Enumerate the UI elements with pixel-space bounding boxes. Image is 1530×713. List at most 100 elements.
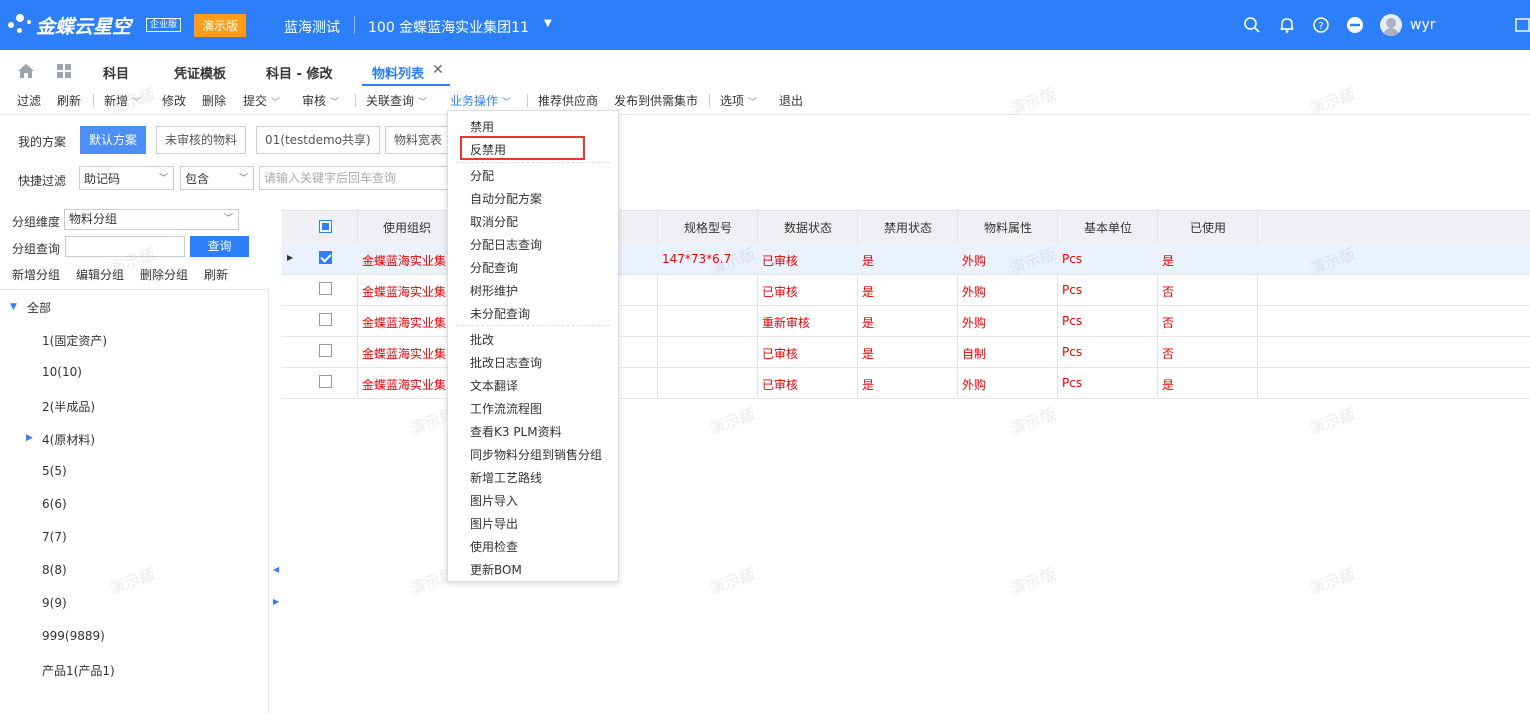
filter-op-select[interactable]: 包含 ﹀: [180, 166, 254, 190]
scheme-shared[interactable]: 01(testdemo共享): [256, 126, 380, 154]
expand-icon[interactable]: ▼: [10, 302, 17, 312]
related-query-button[interactable]: 关联查询 ﹀: [366, 92, 427, 109]
bell-icon[interactable]: [1278, 16, 1296, 34]
menu-item-cancel-allocate[interactable]: 取消分配: [470, 213, 518, 230]
username[interactable]: wyr: [1410, 17, 1436, 33]
tree-item[interactable]: 1(固定资产): [42, 332, 107, 349]
scheme-unaudited[interactable]: 未审核的物料: [156, 126, 247, 154]
window-icon[interactable]: [1514, 16, 1530, 34]
menu-item-new-route[interactable]: 新增工艺路线: [470, 469, 542, 486]
tree-item[interactable]: 2(半成品): [42, 398, 95, 415]
delete-group-button[interactable]: 删除分组: [140, 266, 188, 283]
submit-button[interactable]: 提交 ﹀: [243, 92, 280, 109]
recommend-supplier-button[interactable]: 推荐供应商: [538, 92, 598, 109]
tab-subject[interactable]: 科目: [103, 63, 129, 82]
menu-item-auto-allocate[interactable]: 自动分配方案: [470, 190, 542, 207]
tenant-name[interactable]: 蓝海测试: [284, 17, 340, 37]
menu-item-allocate-query[interactable]: 分配查询: [470, 259, 518, 276]
tree-item[interactable]: 5(5): [42, 464, 67, 478]
close-icon[interactable]: ✕: [432, 62, 444, 78]
keyword-input[interactable]: 请输入关键字后回车查询: [259, 166, 449, 190]
chevron-down-icon[interactable]: ﹀: [271, 95, 280, 108]
tab-subject-modify[interactable]: 科目 - 修改: [266, 63, 332, 82]
menu-item-image-export[interactable]: 图片导出: [470, 515, 518, 532]
org-selector[interactable]: 100 金蝶蓝海实业集团11: [368, 17, 529, 37]
chevron-down-icon[interactable]: ﹀: [132, 95, 141, 108]
apps-grid-icon[interactable]: [56, 63, 73, 79]
menu-item-k3-plm[interactable]: 查看K3 PLM资料: [470, 423, 562, 440]
col-data-status[interactable]: 数据状态: [758, 219, 858, 236]
cell-used: 是: [1162, 378, 1175, 392]
audit-button[interactable]: 审核 ﹀: [302, 92, 339, 109]
menu-item-tree-maintain[interactable]: 树形维护: [470, 282, 518, 299]
delete-button[interactable]: 删除: [202, 92, 226, 109]
avatar[interactable]: [1380, 14, 1402, 36]
menu-item-batch-modify[interactable]: 批改: [470, 331, 494, 348]
tree-item[interactable]: 4(原材料): [42, 431, 95, 448]
menu-item-allocate-log[interactable]: 分配日志查询: [470, 236, 542, 253]
row-checkbox[interactable]: [319, 313, 332, 326]
expand-icon[interactable]: ▶: [26, 433, 33, 443]
tree-item[interactable]: 9(9): [42, 596, 67, 610]
tree-item[interactable]: 10(10): [42, 365, 82, 379]
row-checkbox[interactable]: [319, 344, 332, 357]
chevron-down-icon[interactable]: ﹀: [330, 95, 339, 108]
row-checkbox[interactable]: [319, 251, 332, 264]
cell-attr: 外购: [962, 254, 987, 268]
col-spec[interactable]: 规格型号: [658, 219, 758, 236]
publish-market-button[interactable]: 发布到供需集市: [614, 92, 698, 109]
select-all-checkbox[interactable]: [319, 220, 332, 233]
tree-item[interactable]: 7(7): [42, 530, 67, 544]
new-button[interactable]: 新增 ﹀: [104, 92, 141, 109]
tree-item[interactable]: 6(6): [42, 497, 67, 511]
caret-down-icon[interactable]: ▼: [544, 18, 552, 29]
home-icon[interactable]: [17, 63, 35, 79]
row-checkbox[interactable]: [319, 375, 332, 388]
search-icon[interactable]: [1243, 16, 1261, 34]
menu-item-batch-log[interactable]: 批改日志查询: [470, 354, 542, 371]
col-org[interactable]: 使用组织: [357, 219, 457, 236]
add-group-button[interactable]: 新增分组: [12, 266, 60, 283]
group-query-input[interactable]: [65, 236, 185, 257]
scheme-default[interactable]: 默认方案: [80, 126, 147, 154]
menu-item-image-import[interactable]: 图片导入: [470, 492, 518, 509]
expand-right-icon[interactable]: ▶: [273, 597, 279, 606]
col-forbid-status[interactable]: 禁用状态: [858, 219, 958, 236]
menu-item-usage-check[interactable]: 使用检查: [470, 538, 518, 555]
options-button[interactable]: 选项 ﹀: [720, 92, 757, 109]
tree-item-all[interactable]: 全部: [27, 299, 51, 316]
modify-button[interactable]: 修改: [162, 92, 186, 109]
chevron-down-icon[interactable]: ﹀: [418, 95, 427, 108]
filter-button[interactable]: 过滤: [17, 92, 41, 109]
menu-item-allocate[interactable]: 分配: [470, 167, 494, 184]
filter-field-select[interactable]: 助记码 ﹀: [79, 166, 174, 190]
menu-item-sync-group[interactable]: 同步物料分组到销售分组: [470, 446, 602, 463]
collapse-left-icon[interactable]: ◀: [273, 565, 279, 574]
col-attr[interactable]: 物料属性: [958, 219, 1058, 236]
refresh-group-button[interactable]: 刷新: [204, 266, 228, 283]
group-dim-select[interactable]: 物料分组 ﹀: [64, 209, 239, 230]
tree-item[interactable]: 999(9889): [42, 629, 105, 643]
minus-circle-icon[interactable]: [1346, 16, 1364, 34]
tab-material-list[interactable]: 物料列表: [372, 63, 424, 82]
menu-item-forbid[interactable]: 禁用: [470, 118, 494, 135]
exit-button[interactable]: 退出: [779, 92, 803, 109]
tree-item[interactable]: 8(8): [42, 563, 67, 577]
row-checkbox[interactable]: [319, 282, 332, 295]
chevron-down-icon[interactable]: ﹀: [748, 95, 757, 108]
menu-item-translate[interactable]: 文本翻译: [470, 377, 518, 394]
scheme-wide[interactable]: 物料宽表: [385, 126, 449, 154]
business-ops-button[interactable]: 业务操作 ﹀: [450, 92, 511, 109]
menu-item-workflow[interactable]: 工作流流程图: [470, 400, 542, 417]
tab-voucher-template[interactable]: 凭证模板: [174, 63, 226, 82]
col-unit[interactable]: 基本单位: [1058, 219, 1158, 236]
tree-item[interactable]: 产品1(产品1): [42, 662, 115, 679]
chevron-down-icon[interactable]: ﹀: [502, 95, 511, 108]
refresh-button[interactable]: 刷新: [57, 92, 81, 109]
group-query-button[interactable]: 查询: [190, 236, 249, 257]
menu-item-update-bom[interactable]: 更新BOM: [470, 561, 522, 578]
col-used[interactable]: 已使用: [1158, 219, 1258, 236]
menu-item-unallocated-query[interactable]: 未分配查询: [470, 305, 530, 322]
help-icon[interactable]: ?: [1312, 16, 1330, 34]
edit-group-button[interactable]: 编辑分组: [76, 266, 124, 283]
